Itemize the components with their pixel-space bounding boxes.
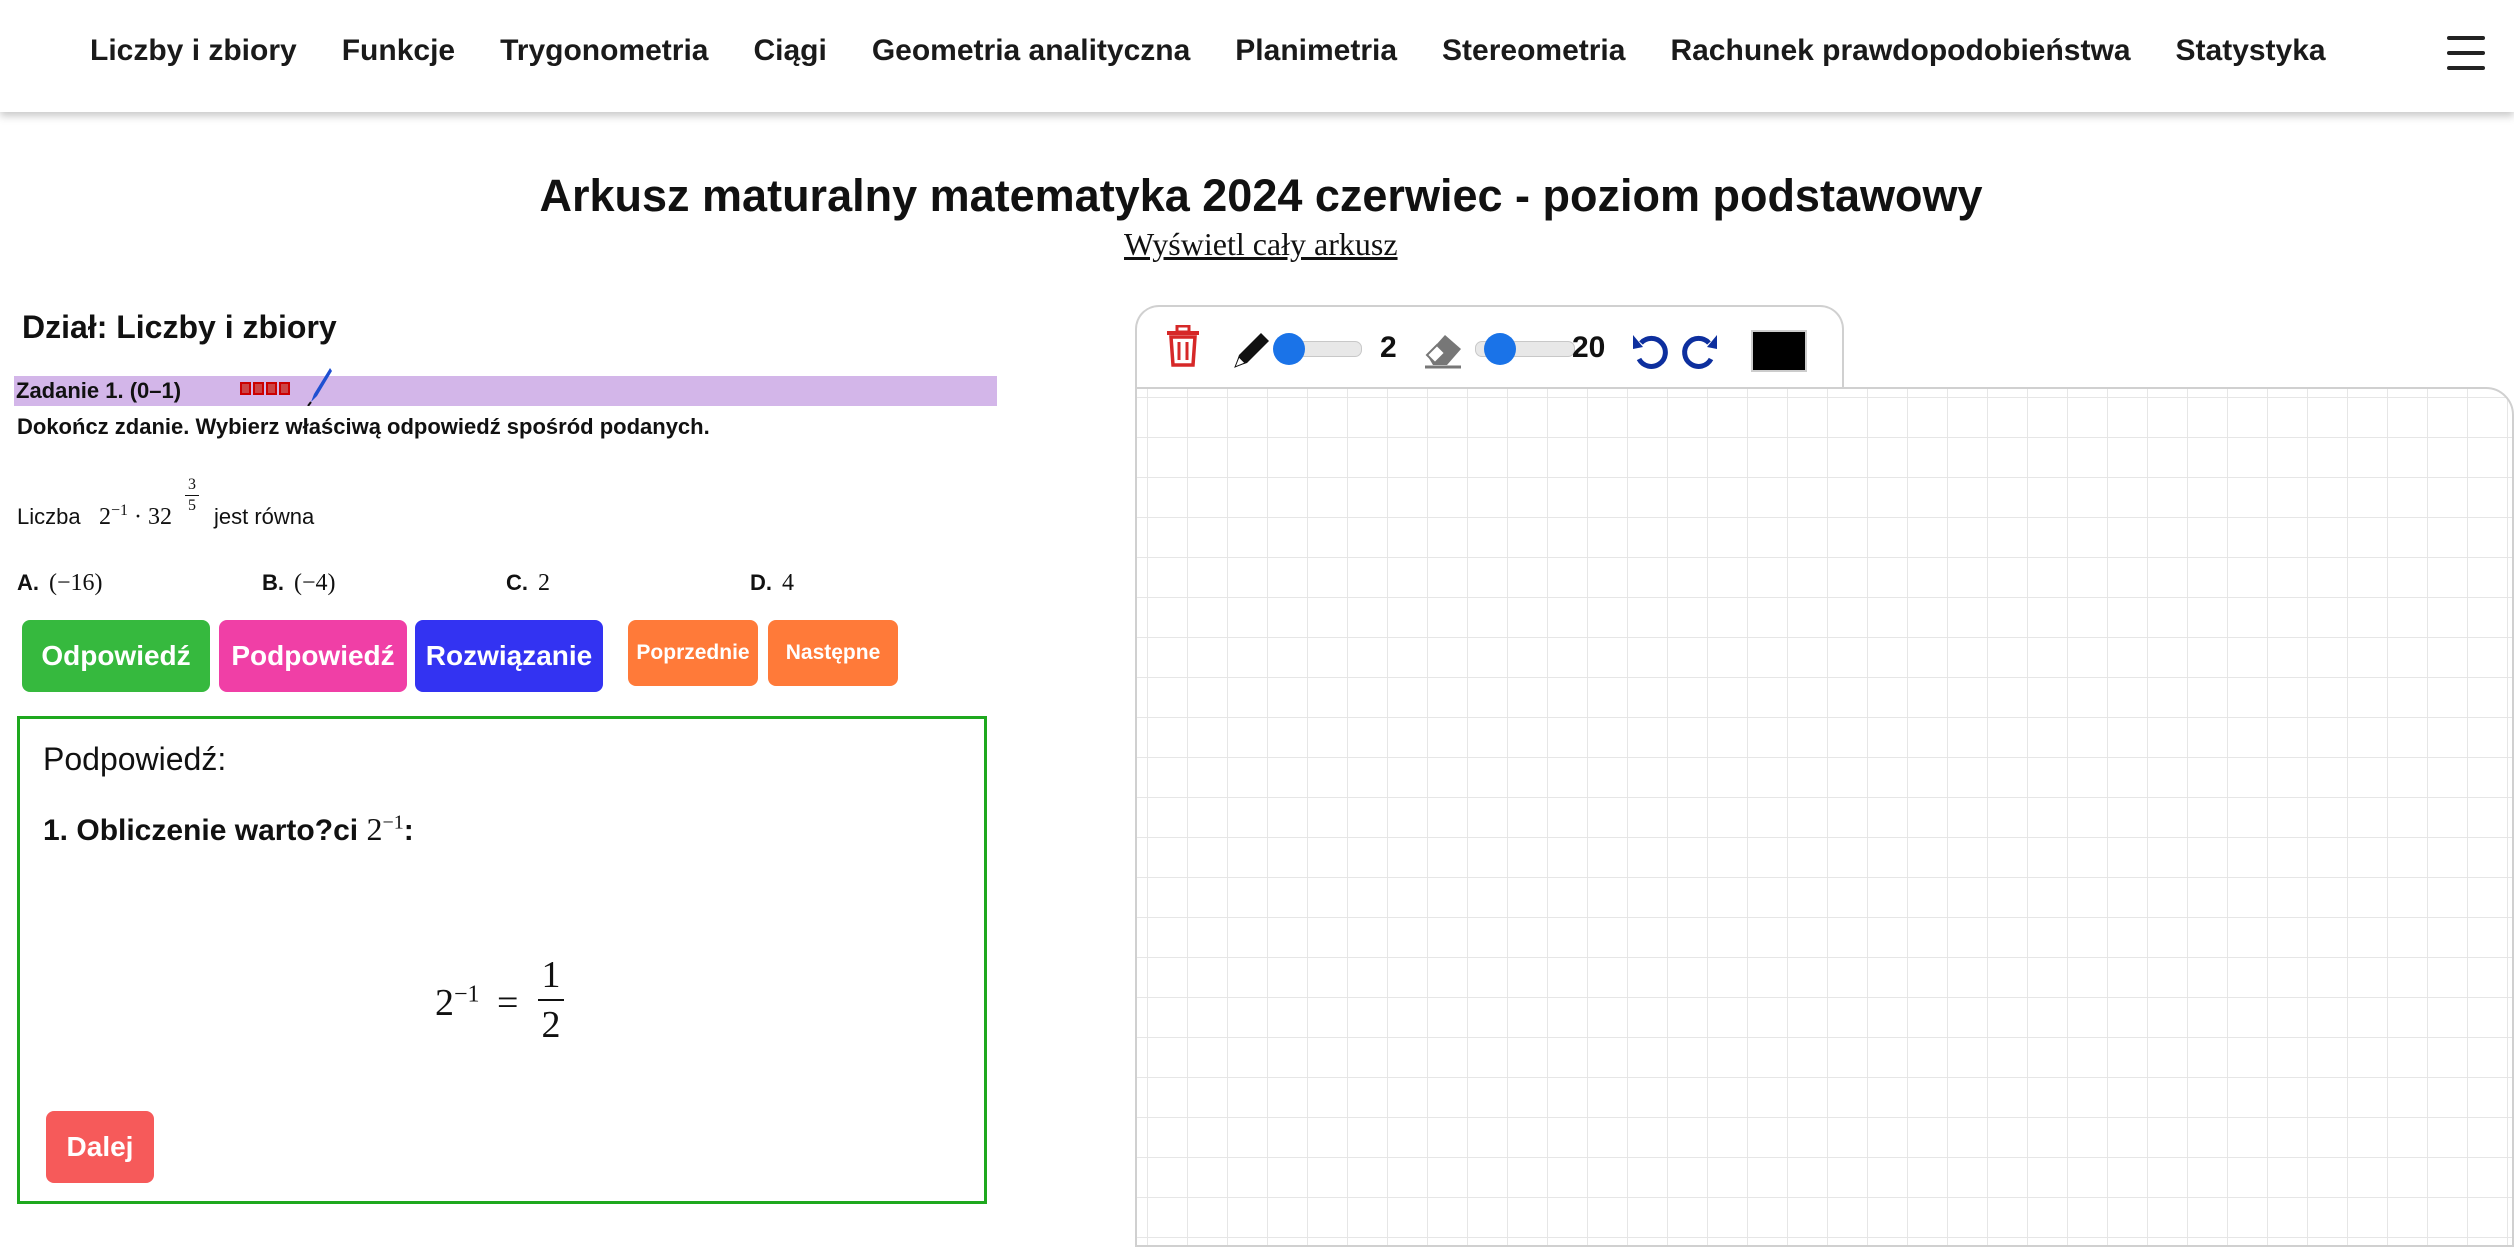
pen-size-value: 2 xyxy=(1380,331,1397,364)
nav-item-rachunek-prawdopodobienstwa[interactable]: Rachunek prawdopodobieństwa xyxy=(1670,34,2130,68)
hint-heading: Podpowiedź: xyxy=(43,741,227,777)
formula-fraction: 1 2 xyxy=(538,953,564,1047)
problem-expression: 2−1 · 32 xyxy=(99,502,173,530)
problem-prefix: Liczba xyxy=(17,504,81,529)
nav-item-stereometria[interactable]: Stereometria xyxy=(1442,34,1625,68)
problem-suffix: jest równa xyxy=(214,504,315,529)
answer-option-c[interactable]: C. 2 xyxy=(506,570,550,597)
nav-item-geometria-analityczna[interactable]: Geometria analityczna xyxy=(872,34,1190,68)
answer-option-b[interactable]: B. (−4) xyxy=(262,570,336,597)
eraser-size-slider[interactable] xyxy=(1475,333,1575,365)
hint-button[interactable]: Podpowiedź xyxy=(219,620,407,692)
answer-button[interactable]: Odpowiedź xyxy=(22,620,210,692)
view-full-sheet-link[interactable]: Wyświetl cały arkusz xyxy=(1124,226,1398,263)
nav-item-statystyka[interactable]: Statystyka xyxy=(2176,34,2326,68)
color-picker-swatch[interactable] xyxy=(1751,330,1807,372)
previous-button[interactable]: Poprzednie xyxy=(628,620,758,686)
main-nav: Liczby i zbiory Funkcje Trygonometria Ci… xyxy=(90,34,2326,68)
hint-panel: Podpowiedź: 1. Obliczenie warto?ci 2−1: … xyxy=(17,716,987,1204)
feather-pen-icon xyxy=(307,368,332,406)
pen-size-slider[interactable] xyxy=(1273,333,1362,365)
answer-options: A. (−16) B. (−4) C. 2 D. 4 xyxy=(17,570,917,600)
answer-option-d[interactable]: D. 4 xyxy=(750,570,794,597)
hint-step-title: 1. Obliczenie warto?ci 2−1: xyxy=(43,811,414,847)
pencil-icon[interactable] xyxy=(1231,327,1275,371)
undo-icon[interactable] xyxy=(1629,327,1673,371)
hamburger-menu-icon[interactable] xyxy=(2447,36,2485,70)
task-header-bar: Zadanie 1. (0–1) xyxy=(14,368,997,406)
drawing-canvas[interactable] xyxy=(1135,387,2514,1247)
next-button[interactable]: Następne xyxy=(768,620,898,686)
answer-option-a[interactable]: A. (−16) xyxy=(17,570,103,597)
page-title: Arkusz maturalny matematyka 2024 czerwie… xyxy=(539,170,1983,221)
nav-item-ciagi[interactable]: Ciągi xyxy=(753,34,826,68)
task-label: Zadanie 1. (0–1) xyxy=(16,378,182,403)
task-status-icons xyxy=(240,382,290,395)
nav-item-planimetria[interactable]: Planimetria xyxy=(1235,34,1397,68)
nav-item-liczby-i-zbiory[interactable]: Liczby i zbiory xyxy=(90,34,297,68)
problem-fraction-exponent: 3 5 xyxy=(185,476,199,515)
top-navbar: Liczby i zbiory Funkcje Trygonometria Ci… xyxy=(0,0,2514,112)
trash-icon[interactable] xyxy=(1165,325,1201,367)
solution-button[interactable]: Rozwiązanie xyxy=(415,620,603,692)
redo-icon[interactable] xyxy=(1677,327,1721,371)
eraser-icon[interactable] xyxy=(1421,329,1467,369)
nav-item-funkcje[interactable]: Funkcje xyxy=(342,34,455,68)
eraser-size-value: 20 xyxy=(1572,331,1606,364)
nav-item-trygonometria[interactable]: Trygonometria xyxy=(500,34,708,68)
section-title: Dział: Liczby i zbiory xyxy=(22,309,337,345)
continue-button[interactable]: Dalej xyxy=(46,1111,154,1183)
problem-statement: Liczba 2−1 · 32 3 5 jest równa xyxy=(17,476,314,530)
drawing-toolbar: 2 20 xyxy=(1135,305,1844,397)
task-instruction: Dokończ zdanie. Wybierz właściwą odpowie… xyxy=(17,414,710,439)
